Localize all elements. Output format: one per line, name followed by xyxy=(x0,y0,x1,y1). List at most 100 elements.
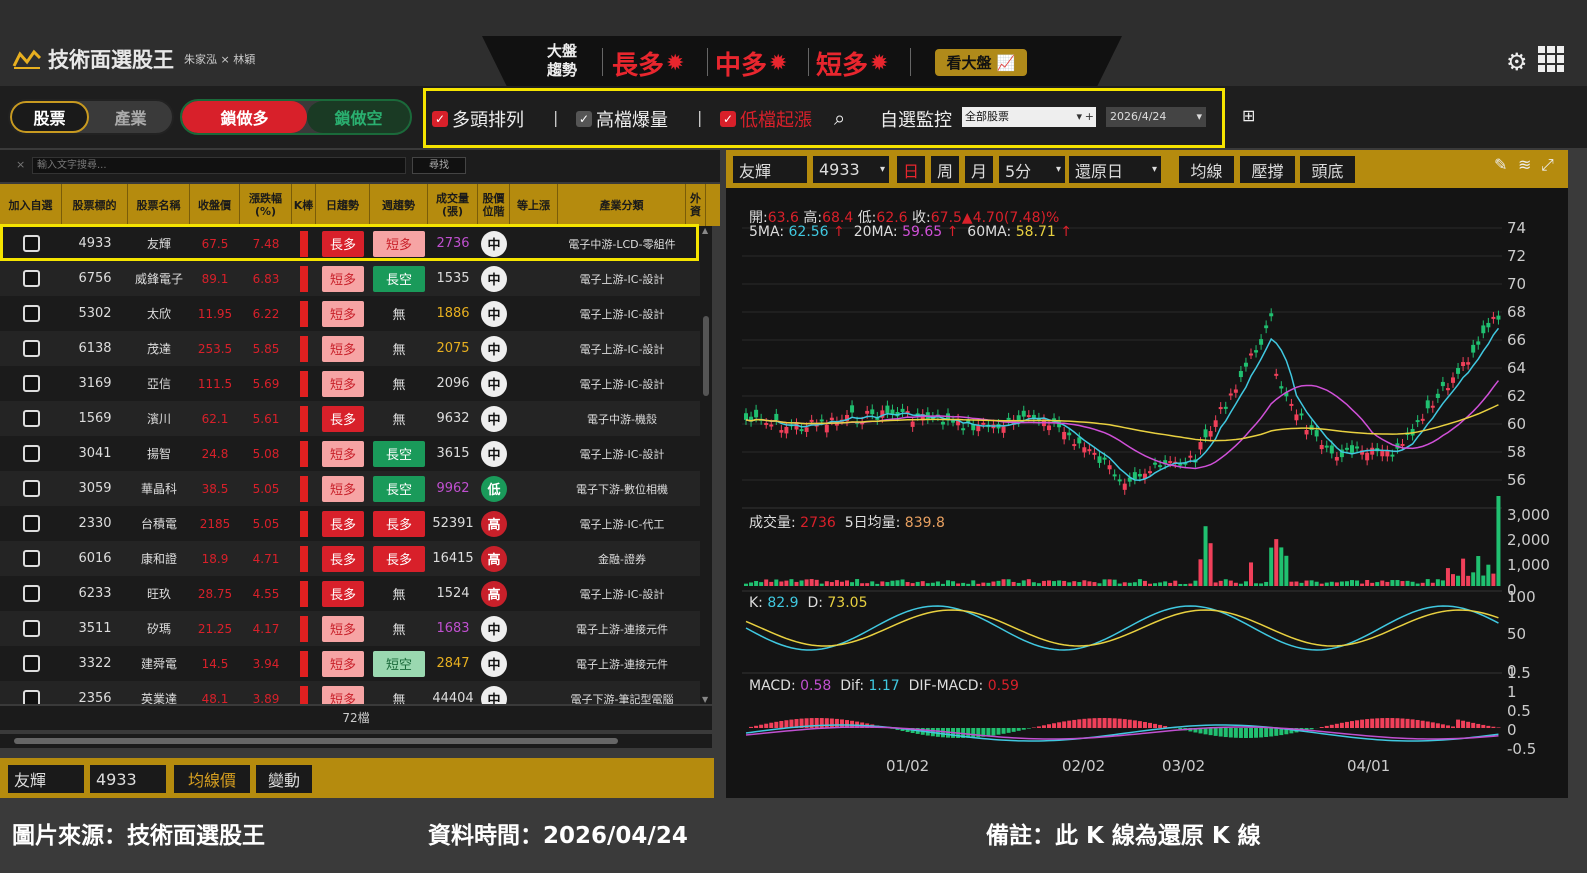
volume-bar xyxy=(1031,582,1036,586)
column-header[interactable]: 週趨勢 xyxy=(370,184,428,226)
pencil-icon[interactable]: ✎ xyxy=(1494,155,1507,174)
period-month-button[interactable]: 月 xyxy=(965,156,993,183)
table-row[interactable]: 5302 太欣 11.95 6.22 短多 無 1886 中 電子上游-IC-設計 xyxy=(0,296,712,331)
period-day-button[interactable]: 日 xyxy=(897,156,925,183)
volume-bar xyxy=(1486,564,1491,586)
add-watchlist-checkbox[interactable] xyxy=(22,410,40,427)
volume-bar xyxy=(1142,580,1147,586)
column-header[interactable]: 加入自選 xyxy=(0,184,62,226)
table-row[interactable]: 2330 台積電 2185 5.05 長多 長多 52391 高 電子上游-IC-代工 xyxy=(0,506,712,541)
horizontal-scrollbar[interactable] xyxy=(0,734,712,748)
vertical-scrollbar[interactable]: ▲ ▼ xyxy=(700,226,712,704)
add-watchlist-checkbox[interactable] xyxy=(22,340,40,357)
watch-select[interactable]: 全部股票 ▾ + xyxy=(962,107,1096,127)
top-bottom-button[interactable]: 頭底 xyxy=(1300,156,1355,183)
tab-industry[interactable]: 產業 xyxy=(89,101,172,133)
filter-high-volume[interactable]: ✓ 高檔爆量 xyxy=(576,106,668,132)
add-watchlist-checkbox[interactable] xyxy=(22,655,40,672)
candle xyxy=(1067,432,1072,436)
apps-grid-icon[interactable] xyxy=(1538,46,1564,72)
search-input[interactable]: 輸入文字搜尋... xyxy=(32,157,406,174)
column-header[interactable]: 日趨勢 xyxy=(316,184,370,226)
table-row[interactable]: 2356 英業達 48.1 3.89 短多 無 44404 中 電子下游-筆記型電腦 xyxy=(0,681,712,704)
stock-name-field[interactable]: 友輝 xyxy=(8,765,84,793)
macd-bar xyxy=(1451,726,1455,728)
add-watchlist-checkbox[interactable] xyxy=(22,550,40,567)
view-market-button[interactable]: 看大盤 📈 xyxy=(935,49,1027,76)
column-header[interactable]: K棒 xyxy=(292,184,316,226)
column-header[interactable]: 收盤價 xyxy=(190,184,240,226)
column-header[interactable]: 外資 xyxy=(686,184,706,226)
add-watchlist-checkbox[interactable] xyxy=(22,270,40,287)
table-row[interactable]: 6016 康和證 18.9 4.71 長多 長多 16415 高 金融-證券 xyxy=(0,541,712,576)
close-price: 14.5 xyxy=(201,656,229,671)
table-row[interactable]: 3322 建舜電 14.5 3.94 短多 短空 2847 中 電子上游-連接元件 xyxy=(0,646,712,681)
gear-icon[interactable]: ⚙ xyxy=(1506,48,1528,76)
chart-stock-code[interactable]: 4933 ▾ xyxy=(813,156,889,183)
volume-bar xyxy=(920,581,925,586)
macd-bar xyxy=(1395,718,1400,728)
pressure-support-button[interactable]: 壓撐 xyxy=(1240,156,1295,183)
industry: 電子上游-IC-設計 xyxy=(579,447,665,461)
stock-name: 台積電 xyxy=(140,517,177,531)
volume-bar xyxy=(1274,539,1279,586)
table-row[interactable]: 3511 矽瑪 21.25 4.17 短多 無 1683 中 電子上游-連接元件 xyxy=(0,611,712,646)
add-watchlist-checkbox[interactable] xyxy=(22,445,40,462)
column-header[interactable]: 成交量(張) xyxy=(428,184,478,226)
date-select[interactable]: 2026/4/24 ▾ xyxy=(1106,107,1206,127)
filter-bull-arrangement[interactable]: ✓ 多頭排列 xyxy=(432,106,524,132)
period-5min-select[interactable]: 5分 ▾ xyxy=(999,156,1065,183)
candle xyxy=(1249,353,1253,356)
search-button[interactable]: 尋找 xyxy=(412,157,466,174)
macd-bar xyxy=(1057,722,1062,728)
table-row[interactable]: 3041 揚智 24.8 5.08 短多 長空 3615 中 電子上游-IC-設計 xyxy=(0,436,712,471)
add-watchlist-checkbox[interactable] xyxy=(22,305,40,322)
period-week-button[interactable]: 周 xyxy=(931,156,959,183)
add-watchlist-checkbox[interactable] xyxy=(22,480,40,497)
settings-sliders-icon[interactable]: ≋ xyxy=(1518,155,1531,174)
candle xyxy=(940,421,945,425)
column-header[interactable]: 股票標的 xyxy=(62,184,128,226)
add-watchlist-checkbox[interactable] xyxy=(22,375,40,392)
volume-tick-label: 3,000 xyxy=(1507,506,1550,524)
add-watchlist-checkbox[interactable] xyxy=(22,515,40,532)
table-row[interactable]: 1569 濱川 62.1 5.61 長多 無 9632 中 電子中游-機殼 xyxy=(0,401,712,436)
weekly-trend-badge: 無 xyxy=(392,308,406,323)
add-watchlist-checkbox[interactable] xyxy=(22,690,40,704)
macd-bar xyxy=(1006,728,1011,733)
clear-icon[interactable]: × xyxy=(16,158,25,171)
volume-bar xyxy=(1269,547,1274,586)
expand-icon[interactable]: ⤢ xyxy=(1541,155,1554,175)
table-row[interactable]: 6756 威鋒電子 89.1 6.83 短多 長空 1535 中 電子上游-IC-設計 xyxy=(0,261,712,296)
macd-bar xyxy=(1491,726,1496,728)
ma-button[interactable]: 均線 xyxy=(1179,156,1234,183)
macd-bar xyxy=(1052,723,1057,728)
industry: 電子上游-IC-設計 xyxy=(579,587,665,601)
column-header[interactable]: 等上漲 xyxy=(510,184,558,226)
search-icon[interactable]: ⌕ xyxy=(834,106,845,130)
add-watchlist-checkbox[interactable] xyxy=(22,620,40,637)
candle xyxy=(1451,377,1455,383)
table-row[interactable]: 6138 茂達 253.5 5.85 短多 無 2075 中 電子上游-IC-設計 xyxy=(0,331,712,366)
tab-stock[interactable]: 股票 xyxy=(10,101,90,133)
change-button[interactable]: 變動 xyxy=(256,765,312,793)
column-header[interactable]: 股票名稱 xyxy=(128,184,190,226)
table-icon[interactable]: ⊞ xyxy=(1242,106,1255,125)
add-watchlist-checkbox[interactable] xyxy=(22,585,40,602)
table-row[interactable]: 3169 亞信 111.5 5.69 短多 無 2096 中 電子上游-IC-設計 xyxy=(0,366,712,401)
tab-lock-long[interactable]: 鎖做多 xyxy=(182,101,307,133)
column-header[interactable]: 產業分類 xyxy=(558,184,686,226)
column-header[interactable]: 漲跌幅(%) xyxy=(240,184,292,226)
stock-code-select[interactable]: 4933▾ xyxy=(90,765,250,793)
close-price: 38.5 xyxy=(201,481,229,496)
table-row[interactable]: 6233 旺玖 28.75 4.55 長多 無 1524 高 電子上游-IC-設計 xyxy=(0,576,712,611)
table-row[interactable]: 3059 華晶科 38.5 5.05 短多 長空 9962 低 電子下游-數位相機 xyxy=(0,471,712,506)
tab-lock-short[interactable]: 鎖做空 xyxy=(306,101,410,133)
macd-bar xyxy=(769,722,774,728)
restore-select[interactable]: 還原日 ▾ xyxy=(1069,156,1161,183)
volume-bar xyxy=(1400,581,1405,586)
column-header[interactable]: 股價位階 xyxy=(478,184,510,226)
chart-stock-name[interactable]: 友輝 xyxy=(733,156,807,183)
ma-price-button[interactable]: 均線價 xyxy=(174,765,250,793)
filter-low-rise[interactable]: ✓ 低檔起漲 xyxy=(720,106,812,132)
